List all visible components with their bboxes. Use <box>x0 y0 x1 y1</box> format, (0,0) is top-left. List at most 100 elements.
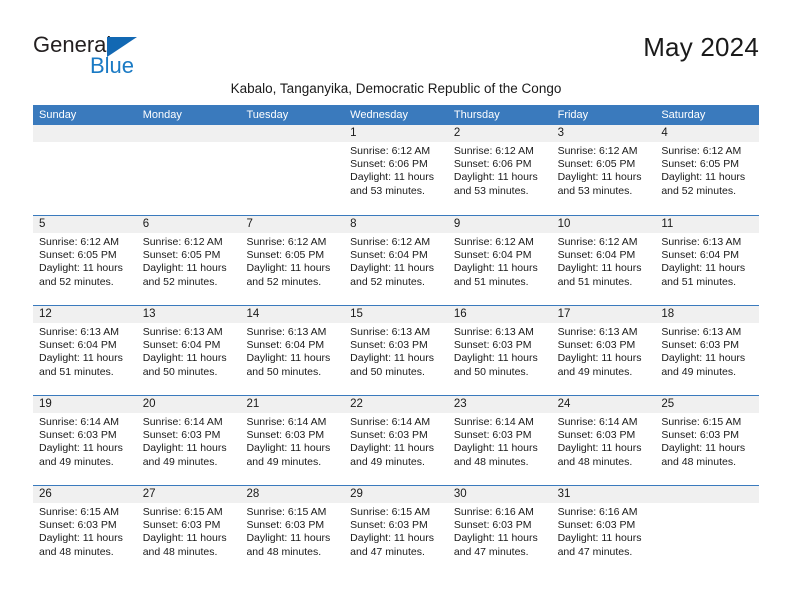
day-detail-line: Sunrise: 6:15 AM <box>39 506 119 518</box>
calendar-day-cell[interactable]: 12 Sunrise: 6:13 AM Sunset: 6:04 PM Dayligh… <box>33 306 137 395</box>
calendar-day-cell[interactable]: 28 Sunrise: 6:15 AM Sunset: 6:03 PM Dayligh… <box>240 486 345 575</box>
calendar-week-row: 1 Sunrise: 6:12 AM Sunset: 6:06 PM Daylight… <box>33 125 760 215</box>
logo-text-blue: Blue <box>90 53 135 78</box>
day-detail-line: and 51 minutes. <box>39 365 114 378</box>
day-details: Sunrise: 6:14 AM Sunset: 6:03 PM Daylight:… <box>33 413 137 469</box>
calendar-day-cell[interactable]: 17 Sunrise: 6:13 AM Sunset: 6:03 PM Dayligh… <box>551 306 656 395</box>
day-number: 18 <box>655 306 760 323</box>
calendar-day-cell[interactable]: 31 Sunrise: 6:16 AM Sunset: 6:03 PM Dayligh… <box>551 486 656 575</box>
page-header: General Blue May 2024 Kabalo, Tanganyika… <box>0 0 792 96</box>
day-detail-line: and 48 minutes. <box>661 455 737 468</box>
day-number: 24 <box>551 396 656 413</box>
day-detail-line: Daylight: 11 hours <box>350 442 435 455</box>
day-number: 12 <box>33 306 137 323</box>
calendar-day-cell[interactable]: 29 Sunrise: 6:15 AM Sunset: 6:03 PM Dayligh… <box>344 486 448 575</box>
day-details: Sunrise: 6:15 AM Sunset: 6:03 PM Daylight:… <box>344 503 448 559</box>
day-detail-line: Daylight: 11 hours <box>557 352 642 365</box>
calendar-day-cell[interactable]: 14 Sunrise: 6:13 AM Sunset: 6:04 PM Dayligh… <box>240 306 345 395</box>
calendar-day-cell[interactable]: 24 Sunrise: 6:14 AM Sunset: 6:03 PM Dayligh… <box>551 396 656 485</box>
calendar-day-cell[interactable]: 10 Sunrise: 6:12 AM Sunset: 6:04 PM Dayligh… <box>551 216 656 305</box>
calendar-day-cell[interactable]: 2 Sunrise: 6:12 AM Sunset: 6:06 PM Daylight… <box>447 125 552 215</box>
day-detail-line: Sunset: 6:06 PM <box>350 158 428 171</box>
calendar-day-cell[interactable]: 3 Sunrise: 6:12 AM Sunset: 6:05 PM Daylight… <box>551 125 656 215</box>
day-details: Sunrise: 6:12 AM Sunset: 6:04 PM Daylight:… <box>552 233 656 289</box>
day-details: Sunrise: 6:12 AM Sunset: 6:04 PM Daylight:… <box>448 233 552 289</box>
calendar-day-cell[interactable]: 11 Sunrise: 6:13 AM Sunset: 6:04 PM Dayligh… <box>655 216 760 305</box>
day-details: Sunrise: 6:12 AM Sunset: 6:05 PM Daylight:… <box>33 233 137 289</box>
day-detail-line: and 47 minutes. <box>453 545 529 558</box>
day-detail-line: Sunrise: 6:12 AM <box>453 236 534 248</box>
day-detail-line: Sunset: 6:05 PM <box>39 249 117 262</box>
day-detail-line: Daylight: 11 hours <box>661 262 746 275</box>
calendar-day-cell[interactable]: 30 Sunrise: 6:16 AM Sunset: 6:03 PM Dayligh… <box>447 486 552 575</box>
calendar-day-cell[interactable]: 23 Sunrise: 6:14 AM Sunset: 6:03 PM Dayligh… <box>447 396 552 485</box>
day-detail-line: and 52 minutes. <box>39 275 114 288</box>
calendar-day-cell[interactable]: 26 Sunrise: 6:15 AM Sunset: 6:03 PM Dayligh… <box>33 486 137 575</box>
calendar-day-cell[interactable]: 1 Sunrise: 6:12 AM Sunset: 6:06 PM Daylight… <box>344 125 448 215</box>
day-detail-line: Sunrise: 6:14 AM <box>453 416 534 428</box>
day-detail-line: Sunset: 6:04 PM <box>39 339 117 352</box>
calendar-day-cell[interactable]: 16 Sunrise: 6:13 AM Sunset: 6:03 PM Dayligh… <box>447 306 552 395</box>
day-number: 22 <box>344 396 448 413</box>
day-number: 10 <box>551 216 656 233</box>
calendar-day-cell[interactable]: 20 Sunrise: 6:14 AM Sunset: 6:03 PM Dayligh… <box>136 396 241 485</box>
calendar-week-row: 5 Sunrise: 6:12 AM Sunset: 6:05 PM Daylight… <box>33 215 760 305</box>
calendar-day-cell[interactable]: 6 Sunrise: 6:12 AM Sunset: 6:05 PM Daylight… <box>136 216 241 305</box>
day-details <box>137 142 241 145</box>
calendar-day-cell[interactable]: 18 Sunrise: 6:13 AM Sunset: 6:03 PM Dayligh… <box>655 306 760 395</box>
day-detail-line: Sunset: 6:04 PM <box>453 249 532 262</box>
day-number: 8 <box>344 216 448 233</box>
calendar-day-cell-empty <box>136 125 241 215</box>
general-blue-logo[interactable]: General Blue <box>33 32 203 82</box>
calendar-day-cell[interactable]: 27 Sunrise: 6:15 AM Sunset: 6:03 PM Dayligh… <box>136 486 241 575</box>
day-detail-line: Daylight: 11 hours <box>557 171 642 184</box>
day-detail-line: Daylight: 11 hours <box>142 352 227 365</box>
day-details: Sunrise: 6:13 AM Sunset: 6:04 PM Daylight:… <box>33 323 137 379</box>
day-detail-line: Sunset: 6:04 PM <box>350 249 428 262</box>
day-detail-line: Sunset: 6:03 PM <box>39 429 117 442</box>
day-detail-line: Daylight: 11 hours <box>142 262 227 275</box>
calendar-day-cell[interactable]: 4 Sunrise: 6:12 AM Sunset: 6:05 PM Daylight… <box>655 125 760 215</box>
calendar-day-cell[interactable]: 8 Sunrise: 6:12 AM Sunset: 6:04 PM Daylight… <box>344 216 448 305</box>
calendar-day-cell[interactable]: 21 Sunrise: 6:14 AM Sunset: 6:03 PM Dayligh… <box>240 396 345 485</box>
day-detail-line: Sunrise: 6:14 AM <box>39 416 119 428</box>
day-details: Sunrise: 6:13 AM Sunset: 6:03 PM Daylight:… <box>448 323 552 379</box>
weekday-header-row: Sunday Monday Tuesday Wednesday Thursday Frid… <box>33 105 759 125</box>
day-detail-line: and 48 minutes. <box>453 455 529 468</box>
day-number: 25 <box>655 396 760 413</box>
day-detail-line: Sunset: 6:03 PM <box>557 339 636 352</box>
day-details: Sunrise: 6:13 AM Sunset: 6:03 PM Daylight:… <box>552 323 656 379</box>
day-detail-line: Daylight: 11 hours <box>557 262 642 275</box>
day-detail-line: Sunset: 6:04 PM <box>557 249 636 262</box>
calendar-day-cell-empty <box>240 125 345 215</box>
day-detail-line: Sunset: 6:04 PM <box>246 339 325 352</box>
day-detail-line: Sunset: 6:04 PM <box>661 249 739 262</box>
day-detail-line: Sunrise: 6:15 AM <box>350 506 431 518</box>
day-detail-line: Daylight: 11 hours <box>661 171 746 184</box>
calendar-day-cell[interactable]: 25 Sunrise: 6:15 AM Sunset: 6:03 PM Dayligh… <box>655 396 760 485</box>
day-detail-line: Sunset: 6:05 PM <box>142 249 221 262</box>
day-detail-line: Daylight: 11 hours <box>142 442 227 455</box>
calendar-day-cell[interactable]: 19 Sunrise: 6:14 AM Sunset: 6:03 PM Dayligh… <box>33 396 137 485</box>
day-number <box>136 125 241 142</box>
calendar-day-cell[interactable]: 7 Sunrise: 6:12 AM Sunset: 6:05 PM Daylight… <box>240 216 345 305</box>
day-detail-line: Sunset: 6:04 PM <box>142 339 221 352</box>
day-detail-line: Daylight: 11 hours <box>661 442 746 455</box>
day-detail-line: Daylight: 11 hours <box>246 442 331 455</box>
day-number: 17 <box>551 306 656 323</box>
day-detail-line: Sunrise: 6:14 AM <box>350 416 431 428</box>
day-detail-line: and 49 minutes. <box>557 365 633 378</box>
day-detail-line: Daylight: 11 hours <box>39 532 123 545</box>
calendar-day-cell[interactable]: 15 Sunrise: 6:13 AM Sunset: 6:03 PM Dayligh… <box>344 306 448 395</box>
day-detail-line: Sunset: 6:03 PM <box>453 429 532 442</box>
calendar-week-row: 12 Sunrise: 6:13 AM Sunset: 6:04 PM Dayligh… <box>33 305 760 395</box>
day-detail-line: Sunset: 6:05 PM <box>246 249 325 262</box>
calendar-day-cell[interactable]: 9 Sunrise: 6:12 AM Sunset: 6:04 PM Daylight… <box>447 216 552 305</box>
day-detail-line: and 53 minutes. <box>350 184 425 197</box>
calendar-day-cell[interactable]: 5 Sunrise: 6:12 AM Sunset: 6:05 PM Daylight… <box>33 216 137 305</box>
calendar-day-cell[interactable]: 13 Sunrise: 6:13 AM Sunset: 6:04 PM Dayligh… <box>136 306 241 395</box>
calendar-day-cell[interactable]: 22 Sunrise: 6:14 AM Sunset: 6:03 PM Dayligh… <box>344 396 448 485</box>
day-detail-line: Sunrise: 6:12 AM <box>350 236 431 248</box>
day-detail-line: Daylight: 11 hours <box>39 262 123 275</box>
day-detail-line: Sunrise: 6:13 AM <box>350 326 431 338</box>
